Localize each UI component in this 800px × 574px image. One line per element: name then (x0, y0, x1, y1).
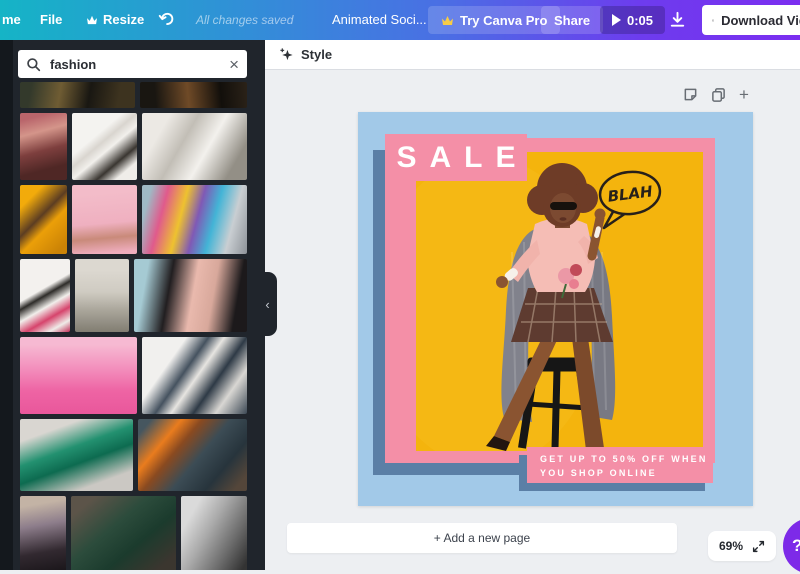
photo-man-on-chair-bw[interactable] (181, 496, 247, 570)
photo-row (20, 259, 247, 332)
undo-icon (158, 12, 174, 25)
photo-row (20, 82, 247, 108)
help-label: ? (792, 536, 800, 556)
photo-striped-pouch-flatlay[interactable] (142, 337, 247, 414)
photo-dancer-pink-wall[interactable] (72, 185, 137, 254)
photo-woman-graffiti-wall[interactable] (20, 496, 67, 570)
photo-row (20, 185, 247, 254)
duplicate-icon (712, 88, 725, 102)
photo-grid (20, 82, 247, 570)
media-sidebar: × (0, 40, 265, 570)
download-video-label: Download Vide (721, 12, 800, 28)
zoom-control[interactable]: 69% (708, 531, 777, 561)
sale-text: SALE (396, 140, 529, 174)
try-canva-pro-label: Try Canva Pro (460, 12, 548, 28)
menu-resize[interactable]: Resize (86, 12, 144, 27)
sidebar-edge-strip (0, 40, 13, 570)
photo-shoes-white-flatlay[interactable] (72, 113, 137, 180)
share-button[interactable]: Share (541, 6, 604, 34)
canvas-area: + BLAH SALE GET UP TO 50% OFF WHEN YOU S… (265, 71, 800, 574)
autosave-status: All changes saved (196, 13, 294, 27)
photo-row (20, 496, 247, 570)
add-notes-button[interactable] (683, 87, 698, 102)
photo-model-yellow-wall[interactable] (20, 185, 67, 254)
video-icon (712, 19, 715, 21)
undo-button[interactable] (158, 11, 175, 28)
share-label: Share (554, 12, 591, 28)
photo-boots-graffiti[interactable] (142, 185, 247, 254)
photo-clothes-dark-flatlay[interactable] (140, 82, 247, 108)
context-toolbar: Style (265, 40, 800, 70)
crown-icon (87, 15, 97, 24)
duplicate-page-button[interactable] (711, 87, 726, 102)
download-button[interactable] (668, 10, 687, 29)
fashion-model-photo[interactable]: BLAH (416, 152, 703, 451)
photo-pink-fur-texture[interactable] (20, 337, 137, 414)
photo-jacket-pink-blouse-watch[interactable] (134, 259, 247, 332)
zoom-level: 69% (719, 539, 744, 553)
photo-magazine-roses-flatlay[interactable] (20, 259, 71, 332)
photo-green-pattern-outfit[interactable] (71, 496, 177, 570)
notes-icon (684, 88, 697, 101)
photo-clothes-white-flatlay[interactable] (142, 113, 247, 180)
clear-search-icon[interactable]: × (229, 56, 239, 73)
photo-polka-dress-orange-smoke[interactable] (137, 419, 247, 491)
promo-line-1: GET UP TO 50% OFF WHEN (540, 454, 708, 464)
play-icon (612, 14, 621, 26)
chevron-left-icon: ‹ (265, 296, 270, 312)
design-title[interactable]: Animated Soci... (332, 12, 427, 27)
download-icon (670, 11, 685, 27)
page-actions: + (683, 86, 749, 103)
add-new-page-label: + Add a new page (433, 531, 531, 545)
search-icon (27, 57, 41, 71)
photo-row (20, 113, 247, 180)
photo-women-red-outfits[interactable] (20, 113, 67, 180)
style-button[interactable]: Style (301, 47, 332, 62)
sale-banner[interactable]: SALE (385, 134, 527, 181)
play-duration: 0:05 (627, 12, 654, 28)
menu-home-truncated[interactable]: me (2, 12, 21, 27)
model-illustration: BLAH (416, 152, 703, 451)
design-page[interactable]: BLAH SALE GET UP TO 50% OFF WHEN YOU SHO… (358, 112, 753, 506)
photo-row (20, 337, 247, 414)
search-input[interactable] (48, 55, 223, 73)
menu-file[interactable]: File (40, 12, 62, 27)
photo-street-scene-dark[interactable] (20, 82, 136, 108)
help-button[interactable]: ? (783, 518, 800, 574)
add-new-page-button[interactable]: + Add a new page (287, 523, 677, 553)
add-page-icon-button[interactable]: + (739, 86, 749, 103)
sparkle-icon (280, 48, 293, 61)
sunglasses (550, 202, 577, 210)
search-box[interactable]: × (18, 50, 247, 78)
fullscreen-expand-icon[interactable] (752, 540, 765, 553)
promo-text-box[interactable]: GET UP TO 50% OFF WHEN YOU SHOP ONLINE (527, 447, 713, 483)
crown-icon (442, 15, 453, 25)
download-video-button[interactable]: Download Vide (702, 5, 800, 35)
play-preview-button[interactable]: 0:05 (600, 6, 666, 34)
photo-row (20, 419, 247, 491)
promo-line-2: YOU SHOP ONLINE (540, 468, 657, 478)
photo-woman-top-view[interactable] (75, 259, 130, 332)
top-bar: me File Resize All changes saved Animate… (0, 0, 800, 40)
menu-resize-label: Resize (103, 12, 145, 27)
photo-green-skirt-woman[interactable] (20, 419, 133, 491)
